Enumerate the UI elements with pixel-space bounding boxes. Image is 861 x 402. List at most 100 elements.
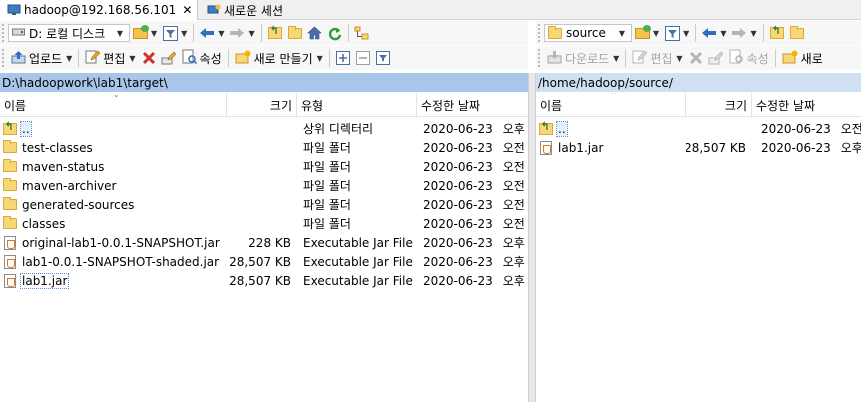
toolbar-separator [774,49,776,67]
chevron-down-icon[interactable]: ▼ [653,29,659,38]
file-size: 228 KB [248,235,291,250]
select-plus-icon[interactable] [334,49,352,67]
table-row[interactable]: lab1.jar 28,507 KB Executable Jar File 2020… [0,271,528,290]
table-row[interactable]: maven-archiver 파일 폴더 2020-06-23 오전 [0,176,528,195]
jar-file-icon [2,254,17,269]
properties-label: 속성 [199,51,222,66]
delete-icon[interactable] [687,49,705,67]
column-name[interactable]: ⌄ 이름 [0,93,227,117]
back-icon[interactable] [198,24,216,42]
tab-session-hadoop[interactable]: hadoop@192.168.56.101 ✕ [0,0,198,20]
open-folder-icon[interactable] [131,24,149,42]
folder-icon [2,197,17,210]
filter-selection-icon[interactable] [374,49,392,67]
table-row[interactable]: lab1.jar 28,507 KB 2020-06-23 오후 [536,138,861,157]
cell-name: lab1.jar [2,271,227,290]
home-icon[interactable] [306,24,324,42]
cell-type: Executable Jar File [303,271,417,290]
back-icon[interactable] [700,24,718,42]
download-button[interactable]: 다운로드 [544,50,612,67]
local-file-panel: ⌄ 이름 크기 유형 수정한 날짜 .. 상위 디렉터리 2020-06-23 오후 t… [0,93,528,402]
cell-date: 2020-06-23 오후 [423,119,528,138]
toolbar-separator [625,49,627,67]
chevron-down-icon[interactable]: ▼ [218,29,224,38]
chevron-down-icon[interactable]: ▼ [613,54,619,63]
modified-time: 오후 [502,122,525,136]
table-row[interactable]: maven-status 파일 폴더 2020-06-23 오전 [0,157,528,176]
table-row[interactable]: generated-sources 파일 폴더 2020-06-23 오전 [0,195,528,214]
file-name: maven-status [22,159,105,174]
modified-date: 2020-06-23 [761,121,831,136]
column-size[interactable]: 크기 [686,93,752,117]
chevron-down-icon[interactable]: ▼ [181,29,187,38]
rename-icon[interactable] [707,49,725,67]
column-label: 이름 [540,98,563,113]
cell-type: 파일 폴더 [303,138,417,157]
tree-view-icon[interactable] [353,24,371,42]
chevron-down-icon[interactable]: ▼ [317,54,323,63]
file-type: Executable Jar File [303,235,413,250]
column-modified[interactable]: 수정한 날짜 [417,93,528,117]
modified-time: 오후 [502,274,525,288]
close-icon[interactable]: ✕ [182,3,192,17]
column-label: 크기 [269,98,292,113]
forward-icon[interactable] [730,24,748,42]
open-folder-icon[interactable] [633,24,651,42]
cell-type: Executable Jar File [303,233,417,252]
root-directory-icon[interactable] [788,24,806,42]
local-path-text: D:\hadoopwork\lab1\target\ [2,75,168,90]
table-row[interactable]: lab1-0.0.1-SNAPSHOT-shaded.jar 28,507 KB E… [0,252,528,271]
new-create-button[interactable]: 새로 만들기 [232,50,316,67]
delete-icon[interactable] [140,49,158,67]
table-row[interactable]: classes 파일 폴더 2020-06-23 오전 [0,214,528,233]
cell-type: 파일 폴더 [303,176,417,195]
column-modified[interactable]: 수정한 날짜 [752,93,861,117]
cell-size [227,119,291,138]
remote-path-text: /home/hadoop/source/ [538,75,673,90]
select-minus-icon[interactable] [354,49,372,67]
cell-size [686,119,746,138]
chevron-down-icon[interactable]: ▼ [248,29,254,38]
table-row[interactable]: .. 상위 디렉터리 2020-06-23 오후 [0,119,528,138]
tab-new-session[interactable]: 새로운 세션 [200,0,290,20]
panel-splitter[interactable] [528,73,536,402]
upload-button[interactable]: 업로드 [8,50,65,67]
table-row[interactable]: test-classes 파일 폴더 2020-06-23 오전 [0,138,528,157]
refresh-icon[interactable] [326,24,344,42]
rename-icon[interactable] [160,49,178,67]
edit-button[interactable]: 편집 [629,49,675,67]
chevron-down-icon[interactable]: ▼ [151,29,157,38]
chevron-down-icon[interactable]: ▼ [750,29,756,38]
filter-icon[interactable] [663,24,681,42]
cell-date: 2020-06-23 오전 [423,157,528,176]
forward-icon[interactable] [228,24,246,42]
file-name: lab1.jar [558,140,604,155]
properties-button[interactable]: 속성 [726,49,772,67]
remote-location-select[interactable]: source ▼ [544,24,632,42]
file-size: 28,507 KB [229,254,291,269]
chevron-down-icon[interactable]: ▼ [66,54,72,63]
chevron-down-icon[interactable]: ▼ [720,29,726,38]
toolbar-separator [227,49,229,67]
filter-icon[interactable] [161,24,179,42]
parent-directory-icon[interactable] [266,24,284,42]
new-create-button[interactable]: 새로 [779,50,826,67]
properties-label: 속성 [746,51,769,66]
file-type: 파일 폴더 [303,217,351,231]
drive-select[interactable]: D: 로컬 디스크 ▼ [8,24,130,42]
download-label: 다운로드 [565,51,610,66]
edit-button[interactable]: 편집 [82,49,128,67]
parent-directory-icon[interactable] [768,24,786,42]
table-row[interactable]: .. 2020-06-23 오전 [536,119,861,138]
column-type[interactable]: 유형 [297,93,417,117]
file-name: generated-sources [22,197,135,212]
root-directory-icon[interactable] [286,24,304,42]
column-size[interactable]: 크기 [227,93,297,117]
column-name[interactable]: ^ 이름 [536,93,686,117]
cell-size [227,176,291,195]
properties-button[interactable]: 속성 [179,49,225,67]
table-row[interactable]: original-lab1-0.0.1-SNAPSHOT.jar 228 KB Ex… [0,233,528,252]
chevron-down-icon[interactable]: ▼ [129,54,135,63]
chevron-down-icon[interactable]: ▼ [676,54,682,63]
chevron-down-icon[interactable]: ▼ [683,29,689,38]
